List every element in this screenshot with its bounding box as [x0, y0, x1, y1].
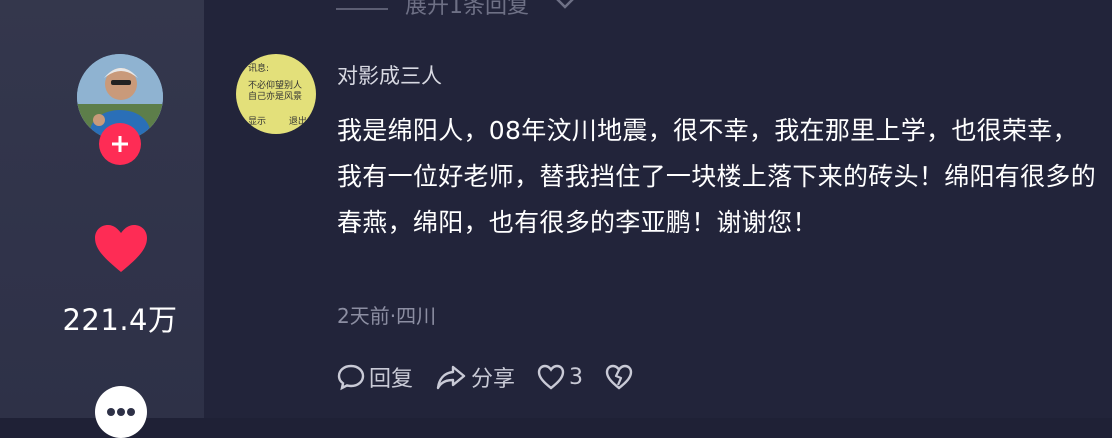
reply-button[interactable]: 回复 [337, 361, 413, 393]
plus-icon [112, 136, 128, 152]
heart-outline-icon [537, 364, 565, 390]
speech-bubble-icon [337, 364, 365, 391]
avatar-note-line: 不必仰望别人 [248, 81, 303, 91]
comment-icon[interactable] [95, 386, 147, 438]
comment-body: 我是绵阳人，08年汶川地震，很不幸，我在那里上学，也很荣幸，我有一位好老师，替我… [337, 116, 1097, 237]
reply-divider [336, 8, 388, 10]
video-sidebar: 221.4万 [0, 0, 204, 438]
expand-replies-button[interactable]: 展开1条回复 [405, 0, 529, 20]
share-button[interactable]: 分享 [435, 361, 515, 393]
comment-actions: 回复 分享 3 [337, 362, 659, 392]
heart-icon[interactable] [94, 224, 148, 274]
avatar-note-line: 显示 退出 [248, 117, 307, 127]
avatar-note-line: 自己亦是风景 [248, 92, 303, 102]
comment-like-count: 3 [569, 364, 584, 390]
broken-heart-icon [605, 364, 633, 390]
like-count: 221.4万 [62, 303, 178, 337]
follow-button[interactable] [99, 123, 141, 165]
avatar-note: 讯息: 不必仰望别人 自己亦是风景 显示 退出 [248, 64, 307, 128]
comment-like-button[interactable]: 3 [537, 364, 583, 390]
chevron-down-icon[interactable] [554, 0, 576, 12]
avatar-note-line: 讯息: [248, 64, 270, 74]
share-arrow-icon [436, 365, 466, 390]
comment-meta: 2天前·四川 [337, 304, 437, 328]
dislike-button[interactable] [605, 364, 637, 390]
commenter-avatar[interactable]: 讯息: 不必仰望别人 自己亦是风景 显示 退出 [236, 54, 316, 134]
reply-label: 回复 [369, 367, 414, 392]
commenter-username[interactable]: 对影成三人 [337, 60, 442, 90]
share-label: 分享 [471, 367, 516, 392]
